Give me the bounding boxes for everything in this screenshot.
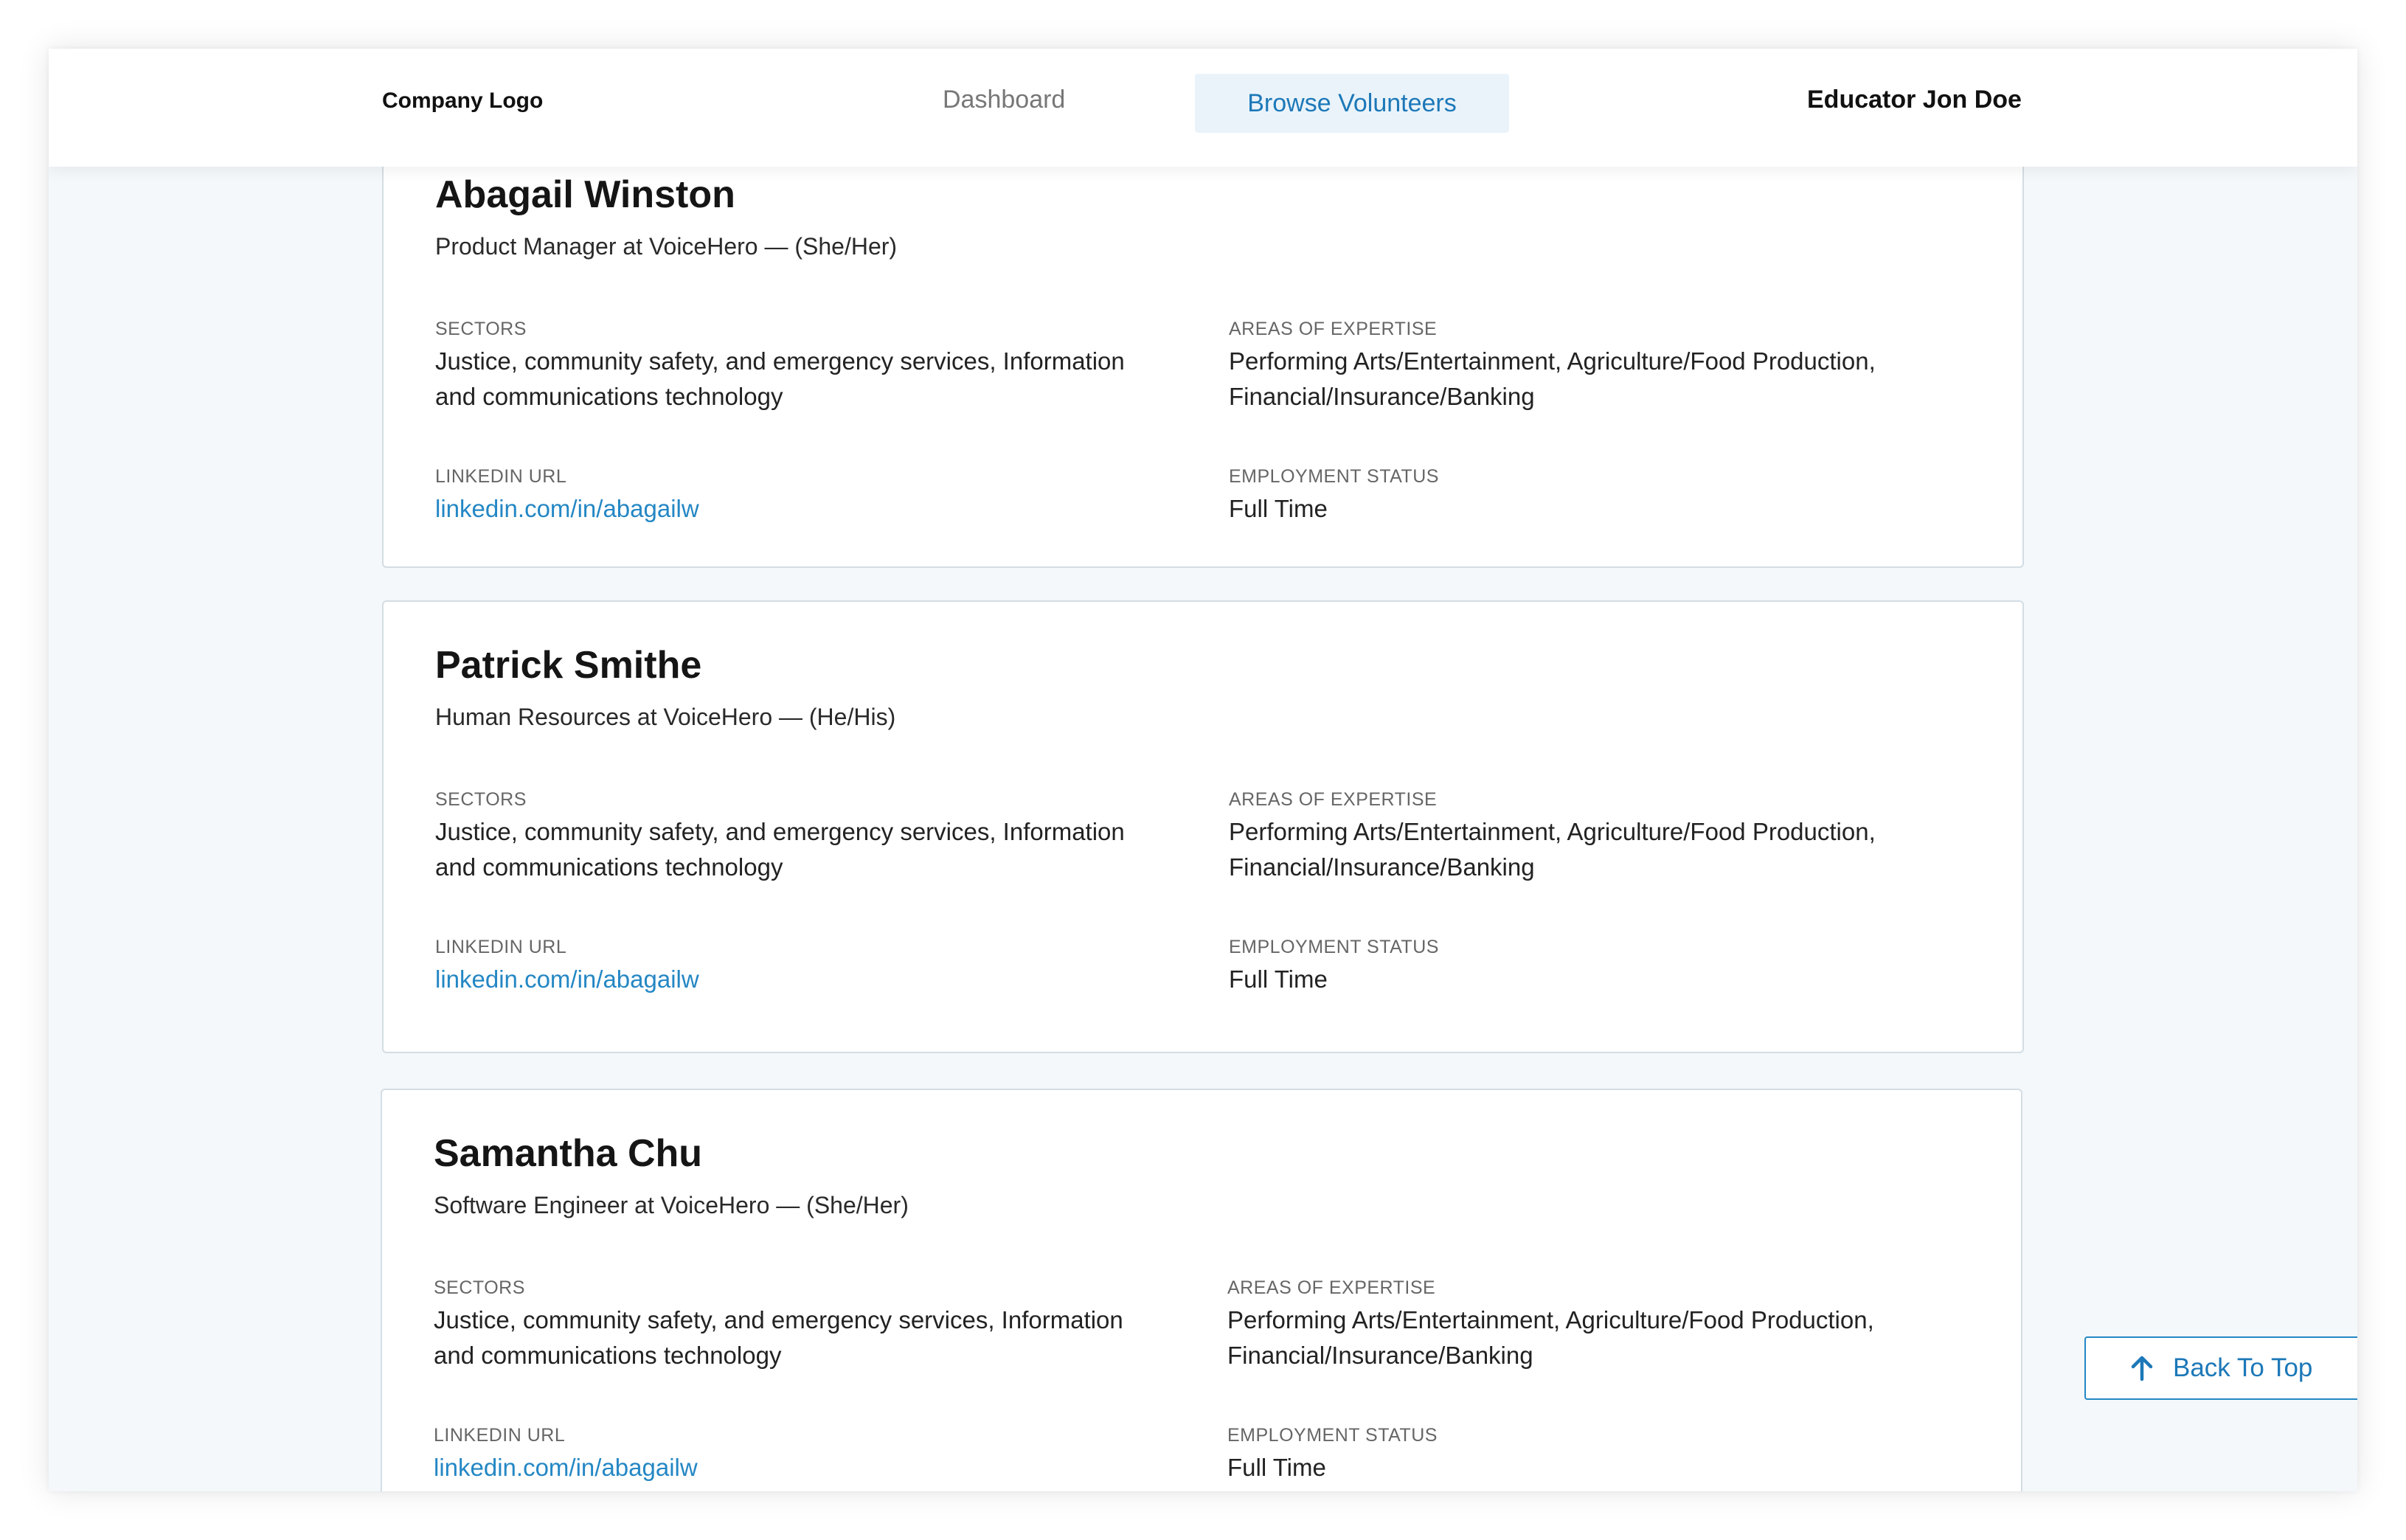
expertise-label: AREAS OF EXPERTISE — [1229, 319, 1438, 339]
volunteer-name: Samantha Chu — [434, 1132, 703, 1175]
employment-label: EMPLOYMENT STATUS — [1227, 1425, 1438, 1446]
expertise-line: Performing Arts/Entertainment, Agricultu… — [1229, 347, 1876, 375]
employment-label: EMPLOYMENT STATUS — [1229, 937, 1439, 957]
sectors-label: SECTORS — [435, 789, 527, 810]
company-logo[interactable]: Company Logo — [382, 89, 543, 114]
sectors-value: Justice, community safety, and emergency… — [435, 814, 1180, 885]
volunteer-name: Patrick Smithe — [435, 644, 702, 687]
app-window: Company Logo Dashboard Browse Volunteers… — [49, 49, 2357, 1491]
expertise-line: Performing Arts/Entertainment, Agricultu… — [1227, 1306, 1874, 1333]
back-to-top-label: Back To Top — [2173, 1353, 2313, 1382]
volunteer-title: Software Engineer at VoiceHero — (She/He… — [434, 1192, 909, 1218]
sectors-line: Justice, community safety, and emergency… — [435, 347, 1125, 375]
sectors-value: Justice, community safety, and emergency… — [434, 1303, 1179, 1373]
employment-value: Full Time — [1227, 1454, 1326, 1481]
expertise-value: Performing Arts/Entertainment, Agricultu… — [1227, 1303, 1980, 1373]
linkedin-label: LINKEDIN URL — [435, 466, 567, 487]
volunteer-card: Patrick Smithe Human Resources at VoiceH… — [382, 600, 2024, 1053]
nav-dashboard-link[interactable]: Dashboard — [943, 86, 1065, 114]
sectors-value: Justice, community safety, and emergency… — [435, 344, 1180, 415]
expertise-value: Performing Arts/Entertainment, Agricultu… — [1229, 344, 1981, 415]
expertise-line: Financial/Insurance/Banking — [1229, 853, 1535, 881]
sectors-line: and communications technology — [435, 853, 783, 881]
expertise-value: Performing Arts/Entertainment, Agricultu… — [1229, 814, 1981, 885]
expertise-label: AREAS OF EXPERTISE — [1229, 789, 1438, 810]
linkedin-link[interactable]: linkedin.com/in/abagailw — [435, 962, 1180, 997]
volunteer-name: Abagail Winston — [435, 173, 735, 216]
sectors-line: and communications technology — [434, 1342, 782, 1369]
expertise-line: Financial/Insurance/Banking — [1229, 383, 1535, 410]
expertise-label: AREAS OF EXPERTISE — [1227, 1277, 1436, 1298]
linkedin-link[interactable]: linkedin.com/in/abagailw — [435, 491, 1180, 527]
sectors-line: Justice, community safety, and emergency… — [435, 818, 1125, 845]
user-menu[interactable]: Educator Jon Doe — [1807, 86, 2022, 114]
volunteer-card: Samantha Chu Software Engineer at VoiceH… — [381, 1089, 2022, 1491]
linkedin-label: LINKEDIN URL — [435, 937, 567, 957]
linkedin-label: LINKEDIN URL — [434, 1425, 566, 1446]
expertise-line: Financial/Insurance/Banking — [1227, 1342, 1533, 1369]
employment-label: EMPLOYMENT STATUS — [1229, 466, 1439, 487]
volunteer-title: Human Resources at VoiceHero — (He/His) — [435, 704, 896, 730]
volunteer-title: Product Manager at VoiceHero — (She/Her) — [435, 233, 898, 260]
employment-value: Full Time — [1229, 965, 1328, 993]
nav-browse-volunteers-label: Browse Volunteers — [1247, 89, 1457, 117]
arrow-up-icon — [2131, 1356, 2153, 1381]
back-to-top-button[interactable]: Back To Top — [2084, 1336, 2357, 1400]
sectors-label: SECTORS — [435, 319, 527, 339]
linkedin-link[interactable]: linkedin.com/in/abagailw — [434, 1450, 1179, 1485]
top-navigation: Company Logo Dashboard Browse Volunteers… — [49, 49, 2357, 167]
employment-value: Full Time — [1229, 495, 1328, 522]
sectors-line: Justice, community safety, and emergency… — [434, 1306, 1123, 1333]
sectors-label: SECTORS — [434, 1277, 525, 1298]
sectors-line: and communications technology — [435, 383, 783, 410]
expertise-line: Performing Arts/Entertainment, Agricultu… — [1229, 818, 1876, 845]
nav-browse-volunteers-link[interactable]: Browse Volunteers — [1195, 74, 1509, 133]
